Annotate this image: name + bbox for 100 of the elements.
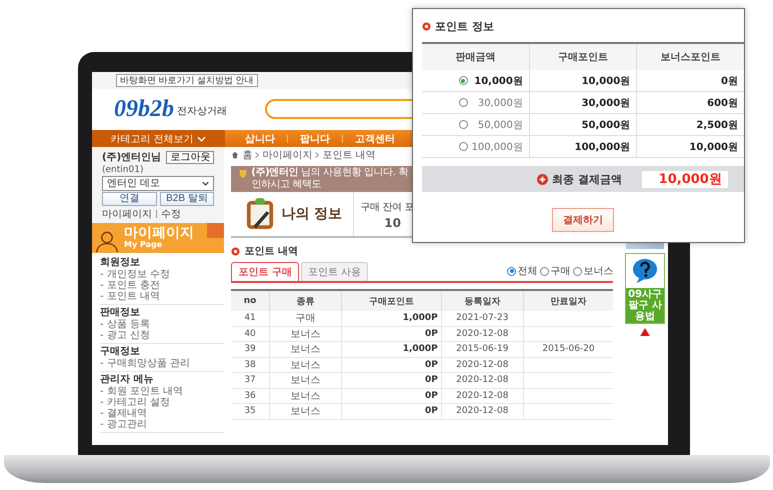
amount-radio[interactable] <box>458 120 468 129</box>
table-cell: 구매 <box>269 311 342 326</box>
menu-link[interactable]: - 결제내역 <box>100 408 224 419</box>
table-cell: 보너스 <box>269 326 342 342</box>
bullet-icon <box>422 22 431 31</box>
table-cell: 1,000P <box>341 342 442 357</box>
amount-label: 10,000원 <box>473 74 523 88</box>
notice-text: (주)엔터인 님의 사용현황 입니다. 확인하시고 혜택도 <box>251 167 410 191</box>
table-cell: 보너스 <box>269 372 342 388</box>
filter-radio[interactable] <box>573 266 582 276</box>
table-cell: 0P <box>341 326 442 342</box>
table-cell: 2020-12-08 <box>441 326 524 342</box>
table-cell: 0원 <box>636 70 744 92</box>
shield-icon <box>239 169 248 179</box>
table-cell: 35 <box>231 404 270 419</box>
shortcut-guide-button[interactable]: 바탕화면 바로가기 설치방법 안내 <box>116 74 258 87</box>
table-cell: 10,000원 <box>529 70 637 92</box>
user-name: (주)엔터인님 <box>102 151 162 164</box>
plus-icon <box>537 174 548 184</box>
scroll-top-icon[interactable] <box>640 328 650 336</box>
table-cell: 36 <box>231 388 270 404</box>
menu-link[interactable]: - 구매희망상품 관리 <box>100 358 224 369</box>
logo[interactable]: 09b2b <box>114 97 174 121</box>
breadcrumb-link[interactable]: 포인트 내역 <box>322 148 376 162</box>
table-cell: 10,000원 <box>636 136 744 158</box>
total-amount-field: 10,000원 <box>642 170 728 188</box>
table-cell: 37 <box>231 372 270 388</box>
balance-value: 10 <box>383 216 402 230</box>
table-cell: 2020-12-08 <box>441 404 524 419</box>
column-header: 종류 <box>269 290 342 311</box>
clipboard-icon <box>245 197 276 231</box>
amount-radio[interactable] <box>458 98 468 107</box>
menu-link[interactable]: - 포인트 충전 <box>100 280 224 291</box>
column-header: 만료일자 <box>523 290 614 311</box>
menu-link[interactable]: - 카테고리 설정 <box>100 397 224 408</box>
home-icon <box>231 151 240 159</box>
menu-heading: 구매정보 <box>100 346 141 358</box>
amount-label: 50,000원 <box>476 118 523 132</box>
table-cell: 2021-07-23 <box>441 311 524 326</box>
menu-link[interactable]: - 상품 등록 <box>100 319 224 330</box>
amount-radio[interactable] <box>458 76 468 85</box>
column-header: no <box>231 290 270 311</box>
table-cell: 2020-12-08 <box>441 357 524 372</box>
filter-label: 전체 <box>517 265 538 278</box>
account-button[interactable]: B2B 탈퇴 <box>160 192 214 206</box>
user-id: (entin01) <box>102 165 144 175</box>
question-bubble-icon <box>631 258 660 284</box>
table-cell: 보너스 <box>269 342 342 357</box>
filter-label: 구매 <box>550 265 570 278</box>
menu-link[interactable]: - 회원 포인트 내역 <box>100 386 224 397</box>
table-cell: 보너스 <box>269 388 342 404</box>
company-select[interactable]: 엔터인 데모 <box>102 176 214 191</box>
tab[interactable]: 포인트 구매 <box>231 262 299 281</box>
account-link[interactable]: 수정 <box>161 207 181 221</box>
table-cell: 38 <box>231 357 270 372</box>
account-button[interactable]: 연결 <box>102 192 157 206</box>
bullet-icon <box>231 246 240 256</box>
menu-link[interactable]: - 광고 신청 <box>100 330 224 341</box>
table-cell: 30,000원 <box>529 92 637 114</box>
menu-link[interactable]: - 포인트 내역 <box>100 291 224 302</box>
column-header: 보너스포인트 <box>636 43 744 70</box>
total-label: 최종 결제금액 <box>552 172 622 186</box>
column-header: 구매포인트 <box>529 43 637 70</box>
table-cell: 2015-06-20 <box>523 342 614 357</box>
table-cell: 0P <box>341 388 442 404</box>
menu-heading: 회원정보 <box>100 257 141 269</box>
table-cell: 보너스 <box>269 404 342 419</box>
table-cell: 1,000P <box>341 311 442 326</box>
nav-link[interactable]: 삽니다 <box>225 132 287 146</box>
section-title: 포인트 내역 <box>244 245 298 258</box>
logo-tagline: 전자상거래 <box>177 105 227 118</box>
tab[interactable]: 포인트 사용 <box>300 262 368 281</box>
chevron-right-icon <box>255 152 260 158</box>
table-cell: 100,000원 <box>529 136 637 158</box>
column-header: 판매금액 <box>422 43 530 70</box>
table-cell: 39 <box>231 342 270 357</box>
table-cell: 0P <box>341 404 442 419</box>
filter-label: 보너스 <box>583 265 614 278</box>
table-cell: 2020-12-08 <box>441 388 524 404</box>
amount-radio[interactable] <box>458 142 468 151</box>
table-cell: 0P <box>341 357 442 372</box>
account-link[interactable]: 마이페이지 <box>102 207 152 221</box>
category-button[interactable]: 카테고리 전체보기 <box>92 130 225 147</box>
menu-link[interactable]: - 개인정보 수정 <box>100 269 224 280</box>
filter-radio[interactable] <box>507 266 516 276</box>
table-cell: 2015-06-19 <box>441 342 524 357</box>
menu-heading: 관리자 메뉴 <box>100 374 154 386</box>
menu-link[interactable]: - 광고관리 <box>100 419 224 430</box>
my-info-title: 나의 정보 <box>281 205 342 223</box>
amount-label: 30,000원 <box>476 96 523 110</box>
breadcrumb-link[interactable]: 홈 <box>242 148 252 162</box>
table-cell: 2020-12-08 <box>441 372 524 388</box>
breadcrumb-link[interactable]: 마이페이지 <box>262 148 312 162</box>
logout-button[interactable]: 로그아웃 <box>166 150 214 164</box>
table-cell: 보너스 <box>269 357 342 372</box>
filter-radio[interactable] <box>540 266 550 276</box>
table-cell: 50,000원 <box>529 114 637 136</box>
pay-button[interactable]: 결제하기 <box>552 208 614 232</box>
table-cell: 600원 <box>636 92 744 114</box>
amount-label: 100,000원 <box>470 140 523 154</box>
